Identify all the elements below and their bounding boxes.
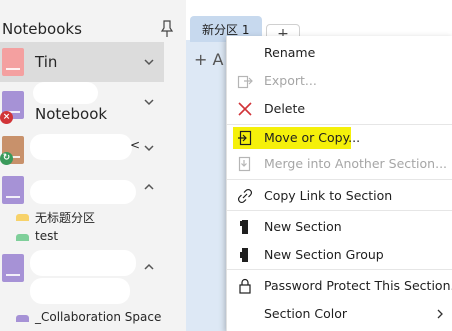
onenote-window: Notebooks Tin × Notebook ↻ < 无标题分区 test …	[0, 0, 452, 331]
menu-item-move-or-copy[interactable]: Move or Copy...	[227, 125, 452, 151]
menu-item-export[interactable]: Export...	[227, 68, 452, 94]
menu-separator	[227, 179, 452, 180]
notebooks-panel: Notebooks Tin × Notebook ↻ < 无标题分区 test …	[0, 0, 186, 331]
section-item[interactable]: _Collaboration Space	[0, 310, 162, 328]
menu-label: Move or Copy...	[264, 130, 361, 145]
menu-label: Copy Link to Section	[264, 188, 393, 203]
redacted-region	[30, 250, 136, 276]
chevron-down-icon[interactable]	[144, 143, 154, 153]
menu-item-delete[interactable]: Delete	[227, 96, 452, 122]
section-item[interactable]: 无标题分区	[0, 209, 160, 227]
notebooks-header: Notebooks	[0, 18, 180, 42]
menu-label: Password Protect This Section...	[264, 278, 452, 293]
chevron-up-icon[interactable]	[144, 262, 154, 272]
notebook-label: Notebook	[35, 105, 108, 123]
notebook-label: Tin	[35, 53, 58, 71]
notebook-icon	[2, 176, 24, 204]
page-list-strip	[186, 40, 226, 331]
notebooks-title: Notebooks	[2, 20, 82, 38]
notebook-item-redacted-1[interactable]: ↻ <	[0, 132, 164, 172]
sync-badge-icon: ↻	[0, 152, 13, 165]
menu-separator	[227, 210, 452, 211]
redacted-region	[30, 134, 132, 160]
menu-item-section-color[interactable]: Section Color	[227, 301, 452, 327]
export-icon	[237, 75, 253, 89]
section-tab-icon	[16, 315, 29, 322]
merge-icon	[238, 156, 251, 172]
add-page-button[interactable]: + A	[194, 50, 223, 69]
chevron-up-icon[interactable]	[144, 182, 154, 192]
menu-label: Rename	[264, 45, 316, 60]
menu-label: New Section Group	[264, 247, 384, 262]
section-tab-icon	[240, 220, 248, 234]
section-tab-icon	[16, 214, 29, 221]
menu-item-new-section[interactable]: New Section	[227, 214, 452, 240]
redacted-region	[30, 278, 130, 304]
delete-x-icon	[238, 102, 252, 116]
lock-icon	[239, 278, 251, 294]
error-badge-icon: ×	[0, 111, 13, 124]
menu-separator	[227, 269, 452, 270]
section-group-icon	[240, 248, 248, 262]
notebook-icon	[2, 48, 24, 76]
notebook-item-tin[interactable]: Tin	[0, 42, 164, 82]
chevron-down-icon[interactable]	[144, 57, 154, 67]
menu-item-rename[interactable]: Rename	[227, 40, 452, 66]
menu-label: Section Color	[264, 306, 348, 321]
notebook-trailing-text: <	[130, 138, 141, 152]
menu-item-password-protect[interactable]: Password Protect This Section...	[227, 273, 452, 299]
menu-label: New Section	[264, 219, 342, 234]
notebook-item-notebook[interactable]: × Notebook	[0, 82, 164, 126]
menu-item-new-section-group[interactable]: New Section Group	[227, 242, 452, 268]
section-label: _Collaboration Space	[35, 310, 162, 324]
notebook-icon	[2, 254, 24, 282]
chevron-down-icon[interactable]	[144, 97, 154, 107]
pin-icon[interactable]	[160, 20, 174, 38]
chevron-right-icon	[437, 309, 443, 319]
notebook-item-redacted-3[interactable]	[0, 250, 164, 304]
section-item[interactable]: test	[0, 229, 160, 247]
section-label: test	[35, 229, 59, 243]
notebook-item-redacted-2[interactable]	[0, 172, 164, 212]
menu-item-copy-link[interactable]: Copy Link to Section	[227, 183, 452, 209]
redacted-region	[30, 180, 136, 204]
redacted-region	[33, 82, 98, 104]
menu-label: Delete	[264, 101, 306, 116]
section-context-menu: Rename Export... Delete Move or Copy... …	[226, 36, 452, 331]
menu-item-merge[interactable]: Merge into Another Section...	[227, 151, 452, 177]
menu-label: Export...	[264, 73, 317, 88]
section-tab-icon	[16, 234, 29, 241]
section-label: 无标题分区	[35, 211, 96, 225]
move-copy-icon	[238, 130, 252, 146]
link-icon	[237, 188, 253, 204]
menu-label: Merge into Another Section...	[264, 156, 448, 171]
